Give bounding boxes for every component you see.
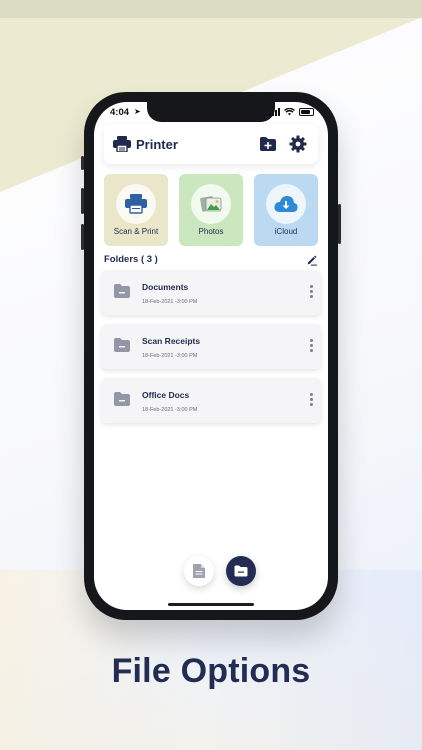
cloud-download-icon <box>274 196 298 212</box>
printer-icon <box>125 194 147 214</box>
add-folder-icon[interactable] <box>258 134 278 154</box>
photos-icon <box>200 196 222 212</box>
more-options-icon[interactable] <box>310 285 314 301</box>
folder-item-scan-receipts[interactable]: Scan Receipts 18-Feb-2021 -3:00 PM <box>101 324 321 369</box>
tile-label: Photos <box>198 227 224 236</box>
app-title: Printer <box>136 137 178 152</box>
app-header: Printer <box>104 124 318 164</box>
folder-date: 18-Feb-2021 -3:00 PM <box>142 407 198 413</box>
folder-icon <box>234 565 248 577</box>
more-options-icon[interactable] <box>310 339 314 355</box>
home-indicator <box>168 603 254 606</box>
folder-name: Scan Receipts <box>142 336 201 346</box>
folder-name: Office Docs <box>142 390 190 400</box>
edit-pencil-icon[interactable] <box>306 254 318 266</box>
folder-date: 18-Feb-2021 -3:00 PM <box>142 353 198 359</box>
status-bar: 4:04 ➤ <box>94 107 328 119</box>
scan-print-tile[interactable]: Scan & Print <box>104 174 168 246</box>
settings-gear-icon[interactable] <box>288 134 308 154</box>
folder-icon <box>114 392 130 406</box>
photos-tile[interactable]: Photos <box>179 174 243 246</box>
printer-logo-icon <box>113 136 131 152</box>
folder-item-office-docs[interactable]: Office Docs 18-Feb-2021 -3:00 PM <box>101 378 321 423</box>
folder-icon <box>114 338 130 352</box>
documents-tab-button[interactable] <box>184 556 214 586</box>
promo-caption: File Options <box>111 652 311 690</box>
status-time: 4:04 <box>110 107 130 118</box>
folder-icon <box>114 284 130 298</box>
app-screen: 4:04 ➤ Printer Scan & Print Photos iClou… <box>94 102 328 610</box>
folder-date: 18-Feb-2021 -3:00 PM <box>142 299 198 305</box>
folders-heading: Folders ( 3 ) <box>104 254 158 265</box>
battery-icon <box>299 108 314 116</box>
icloud-tile[interactable]: iCloud <box>254 174 318 246</box>
more-options-icon[interactable] <box>310 393 314 409</box>
document-icon <box>193 564 205 578</box>
folder-item-documents[interactable]: Documents 18-Feb-2021 -3:00 PM <box>101 270 321 315</box>
tile-label: iCloud <box>274 227 298 236</box>
signal-icon <box>269 108 280 116</box>
folder-name: Documents <box>142 282 189 292</box>
phone-frame: 4:04 ➤ Printer Scan & Print Photos iClou… <box>81 92 341 620</box>
folders-tab-button[interactable] <box>226 556 256 586</box>
tile-label: Scan & Print <box>113 227 159 236</box>
location-arrow-icon: ➤ <box>134 107 141 116</box>
wifi-icon <box>284 108 295 116</box>
